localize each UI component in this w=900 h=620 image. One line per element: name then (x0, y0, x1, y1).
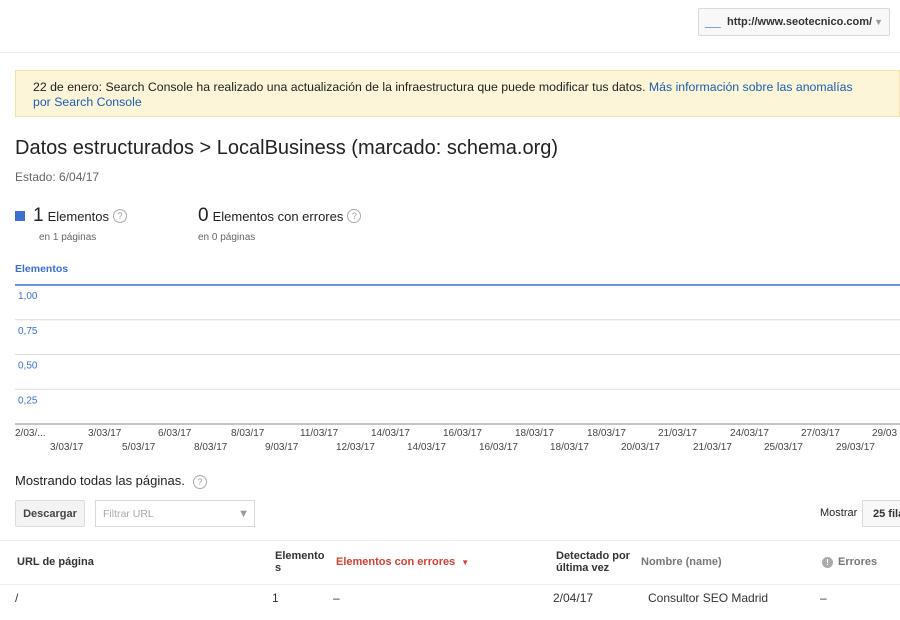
site-favicon-icon (705, 17, 721, 28)
x-tick-label: 14/03/17 (407, 442, 446, 453)
column-header-detected-l1: Detectado por (556, 550, 630, 562)
metric-errors-value: 0 (198, 205, 209, 226)
column-header-items[interactable]: Elemento s (275, 550, 325, 574)
x-tick-label: 29/03 (872, 428, 897, 439)
row-items: 1 (272, 591, 279, 605)
x-tick-label: 25/03/17 (764, 442, 803, 453)
table-top-divider (0, 540, 900, 541)
x-tick-label: 14/03/17 (371, 428, 410, 439)
metric-errors: 0 Elementos con errores? en 0 páginas (198, 205, 362, 243)
chart-title: Elementos (15, 263, 69, 275)
x-tick-label: 18/03/17 (550, 442, 589, 453)
row-url[interactable]: / (15, 591, 18, 605)
column-header-errors[interactable]: Elementos con errores ▼ (336, 556, 469, 568)
row-detected: 2/04/17 (553, 591, 594, 605)
column-header-name[interactable]: Nombre (name) (641, 556, 722, 568)
x-tick-label: 6/03/17 (158, 428, 192, 439)
notice-link[interactable]: Más información sobre las anomalías (649, 80, 853, 94)
row-errors: – (333, 591, 340, 605)
column-header-detected-l2: última vez (556, 562, 610, 574)
help-icon[interactable]: ? (113, 209, 127, 223)
status-date: Estado: 6/04/17 (15, 170, 100, 184)
column-header-detected[interactable]: Detectado por última vez (556, 550, 630, 574)
metric-items-value: 1 (33, 205, 44, 226)
x-tick-label: 5/03/17 (122, 442, 156, 453)
column-header-items-l1: Elemento (275, 550, 325, 562)
row-name: Consultor SEO Madrid (648, 591, 769, 605)
y-tick-label: 0,50 (18, 361, 38, 372)
x-tick-label: 21/03/17 (658, 428, 697, 439)
table-row-divider (0, 584, 900, 585)
header-divider (0, 52, 900, 53)
x-tick-label: 29/03/17 (836, 442, 875, 453)
row-err: – (820, 591, 827, 605)
x-tick-label: 18/03/17 (515, 428, 554, 439)
x-tick-label: 2/03/... (15, 428, 46, 439)
y-tick-label: 0,75 (18, 326, 38, 337)
site-url: http://www.seotecnico.com/ (727, 16, 873, 28)
show-rows-label: Mostrar (820, 507, 858, 519)
filter-url-field[interactable]: ▼ (95, 500, 255, 527)
x-tick-label: 20/03/17 (621, 442, 660, 453)
site-selector[interactable]: http://www.seotecnico.com/ ▼ (698, 8, 890, 36)
filter-funnel-icon: ▼ (238, 507, 249, 520)
showing-text: Mostrando todas las páginas.? (15, 473, 207, 489)
download-button[interactable]: Descargar (15, 500, 85, 527)
column-header-url[interactable]: URL de página (17, 556, 94, 568)
chart: 1,000,750,500,252/03/... 3/03/17 6/03/17 8/… (15, 284, 900, 453)
column-header-err[interactable]: ! Errores (822, 556, 877, 568)
filter-url-input[interactable] (101, 506, 235, 521)
metric-items-label: Elementos (47, 208, 109, 224)
x-tick-label: 3/03/17 (50, 442, 84, 453)
column-header-items-l2: s (275, 562, 282, 574)
notice-text: 22 de enero: Search Console ha realizado… (33, 80, 649, 94)
x-tick-label: 3/03/17 (88, 428, 122, 439)
x-tick-label: 9/03/17 (265, 442, 299, 453)
help-icon[interactable]: ? (347, 209, 362, 223)
notice-link-continued[interactable]: por Search Console (33, 95, 142, 109)
x-tick-label: 24/03/17 (730, 428, 769, 439)
page-title: Datos estructurados > LocalBusiness (mar… (15, 137, 559, 159)
x-tick-label: 16/03/17 (479, 442, 518, 453)
warning-icon: ! (822, 556, 833, 568)
help-icon[interactable]: ? (192, 475, 207, 489)
metric-items: 1 Elementos? en 1 páginas (15, 205, 127, 243)
showing-label: Mostrando todas las páginas. (15, 473, 185, 488)
sort-desc-icon: ▼ (461, 558, 470, 567)
x-tick-label: 8/03/17 (194, 442, 228, 453)
chevron-down-icon: ▼ (874, 17, 883, 27)
x-tick-label: 18/03/17 (587, 428, 626, 439)
metric-errors-label: Elementos con errores (212, 208, 344, 224)
series-swatch-icon[interactable] (15, 211, 25, 221)
y-tick-label: 0,25 (18, 395, 38, 406)
y-tick-label: 1,00 (18, 291, 38, 302)
x-tick-label: 21/03/17 (693, 442, 732, 453)
column-header-errors-label: Elementos con errores (336, 556, 456, 568)
x-tick-label: 16/03/17 (443, 428, 482, 439)
x-tick-label: 27/03/17 (801, 428, 840, 439)
column-header-err-label: Errores (838, 556, 878, 568)
x-tick-label: 12/03/17 (336, 442, 375, 453)
rows-per-page-select[interactable]: 25 filas (862, 500, 900, 527)
x-tick-label: 8/03/17 (231, 428, 265, 439)
x-tick-label: 11/03/17 (300, 428, 339, 439)
notice-banner: 22 de enero: Search Console ha realizado… (15, 70, 900, 117)
metric-errors-sub: en 0 páginas (198, 232, 256, 243)
metric-items-sub: en 1 páginas (39, 232, 97, 243)
